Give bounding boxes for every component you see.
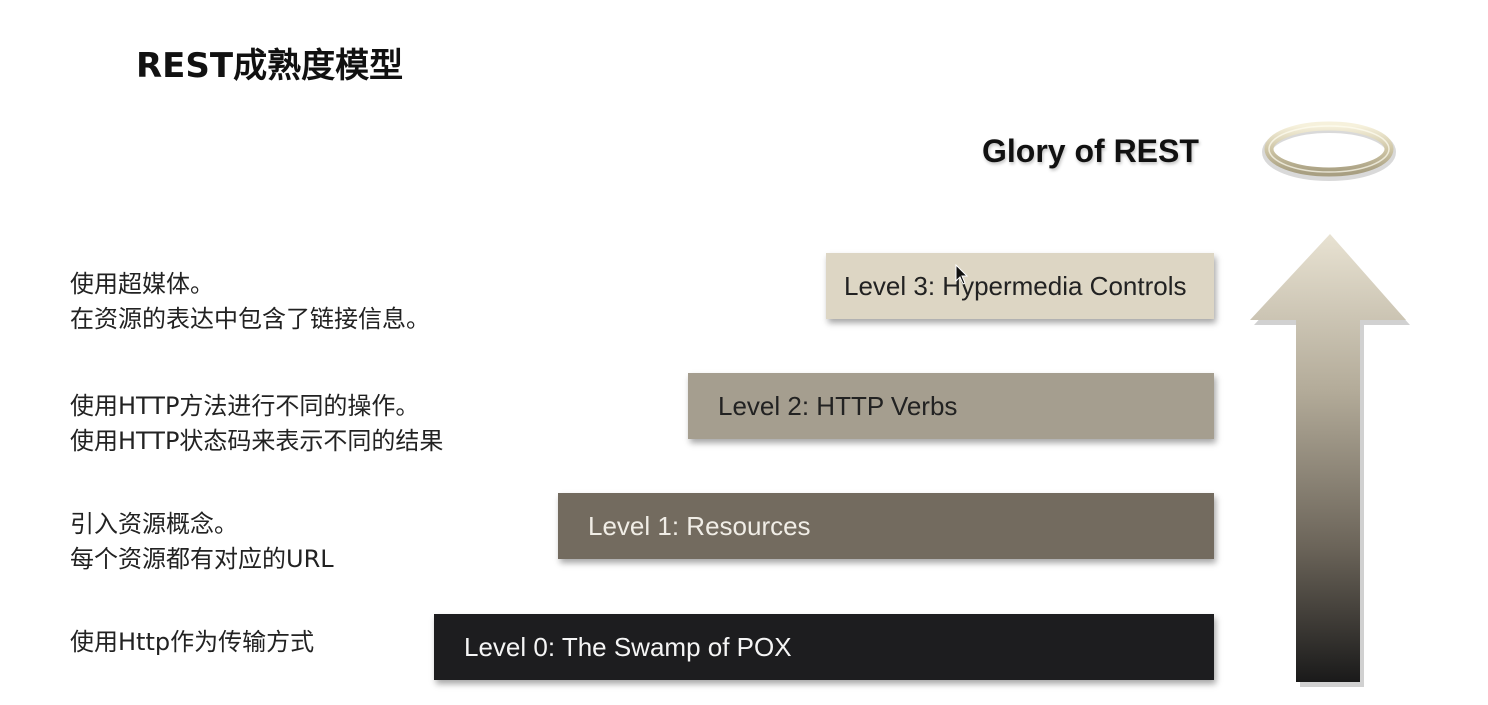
level3-description-line: 使用超媒体。 (70, 270, 214, 298)
level1-box: Level 1: Resources (558, 493, 1214, 559)
level3-description: 使用超媒体。 在资源的表达中包含了链接信息。 (70, 267, 430, 337)
level1-description-line: 引入资源概念。 (70, 510, 238, 538)
level2-description-line: 使用HTTP方法进行不同的操作。 (70, 392, 420, 420)
level2-description: 使用HTTP方法进行不同的操作。 使用HTTP状态码来表示不同的结果 (70, 389, 443, 459)
page-title: REST成熟度模型 (136, 46, 404, 86)
mouse-cursor-icon (955, 264, 969, 285)
slide: REST成熟度模型 Glory of REST 使用超媒体。 在资源的表达中包含… (0, 0, 1488, 705)
level0-description-line: 使用Http作为传输方式 (70, 628, 315, 656)
level0-box: Level 0: The Swamp of POX (434, 614, 1214, 680)
level2-box: Level 2: HTTP Verbs (688, 373, 1214, 439)
level1-description-line: 每个资源都有对应的URL (70, 545, 334, 573)
level3-box: Level 3: Hypermedia Controls (826, 253, 1214, 319)
level1-description: 引入资源概念。 每个资源都有对应的URL (70, 507, 334, 577)
level3-description-line: 在资源的表达中包含了链接信息。 (70, 305, 430, 333)
halo-icon (1262, 121, 1396, 181)
level2-description-line: 使用HTTP状态码来表示不同的结果 (70, 427, 444, 455)
level0-description: 使用Http作为传输方式 (70, 625, 314, 660)
glory-label: Glory of REST (982, 133, 1199, 169)
up-arrow-icon (1250, 234, 1410, 687)
